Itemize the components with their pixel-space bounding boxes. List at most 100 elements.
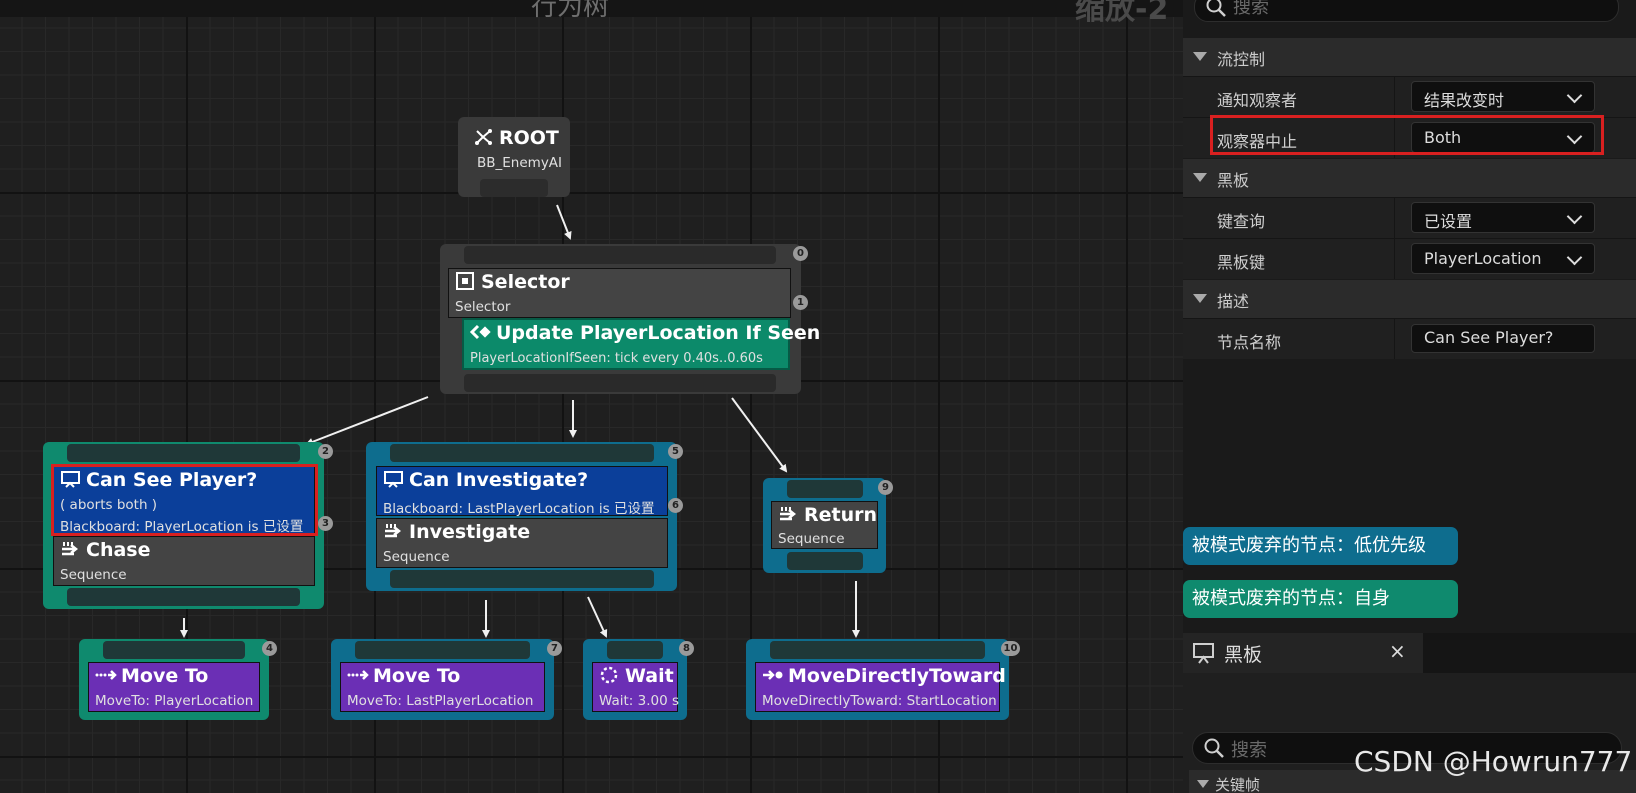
can-investigate-decorator[interactable]: Can Investigate? Blackboard: LastPlayerL… (376, 466, 668, 517)
can-investigate-condition: Blackboard: LastPlayerLocation is 已设置 (383, 501, 655, 517)
return-index-badge: 9 (878, 480, 893, 495)
chevron-down-icon (1566, 249, 1583, 266)
move-to-last-subtitle: MoveTo: LastPlayerLocation (347, 693, 534, 709)
can-investigate-index-badge: 6 (668, 498, 683, 513)
blackboard-key-dropdown[interactable]: PlayerLocation (1411, 243, 1595, 274)
details-search-placeholder: 搜索 (1233, 0, 1269, 18)
behavior-tree-graph[interactable]: 行为树 缩放-2 ROOT BB_EnemyAI Selector Select… (0, 0, 1183, 793)
node-name-label: 节点名称 (1217, 333, 1282, 352)
move-to-last-node[interactable]: Move To MoveTo: LastPlayerLocation 7 (331, 639, 562, 720)
chase-subtitle: Sequence (60, 567, 127, 583)
blackboard-icon (1192, 642, 1216, 668)
investigate-group-node[interactable]: Can Investigate? Blackboard: LastPlayerL… (366, 442, 683, 591)
notify-observer-dropdown[interactable]: 结果改变时 (1411, 81, 1595, 112)
search-icon (1203, 737, 1225, 763)
sequence-icon (60, 540, 82, 558)
chase-index-badge: 2 (318, 444, 333, 459)
update-title: Update PlayerLocation If Seen (496, 322, 821, 344)
sequence-icon (778, 505, 800, 523)
node-name-input[interactable]: Can See Player? (1411, 324, 1595, 353)
watermark: CSDN @Howrun777 (1354, 745, 1633, 778)
row-notify-observer: 通知观察者 结果改变时 (1183, 76, 1636, 117)
chase-title: Chase (86, 539, 151, 561)
root-node[interactable]: ROOT BB_EnemyAI (458, 117, 570, 197)
notify-observer-label: 通知观察者 (1217, 91, 1298, 110)
investigate-title: Investigate (409, 521, 531, 543)
blackboard-search-placeholder: 搜索 (1231, 740, 1267, 761)
root-icon (473, 128, 495, 146)
collapse-arrow-icon (1193, 52, 1207, 61)
move-to-player-index-badge: 4 (262, 641, 277, 656)
blackboard-tab-label: 黑板 (1224, 644, 1263, 666)
key-query-value: 已设置 (1424, 212, 1473, 231)
legend-self: 被模式废弃的节点：自身 (1183, 580, 1458, 618)
selector-title: Selector (481, 271, 570, 293)
wire-root-selector (556, 204, 572, 240)
collapse-arrow-icon (1193, 173, 1207, 182)
collapse-arrow-icon (1197, 780, 1209, 788)
investigate-sequence-card[interactable]: Investigate Sequence (376, 518, 668, 568)
service-icon (469, 323, 492, 341)
move-directly-index-badge: 10 (1001, 641, 1020, 656)
move-directly-icon (762, 666, 784, 684)
section-description[interactable]: 描述 (1183, 279, 1636, 318)
notify-observer-value: 结果改变时 (1424, 91, 1505, 110)
chevron-down-icon (1566, 87, 1583, 104)
move-to-player-subtitle: MoveTo: PlayerLocation (95, 693, 254, 709)
details-search-input[interactable]: 搜索 (1194, 0, 1619, 22)
wait-title: Wait (625, 665, 674, 687)
can-see-index-badge: 3 (318, 516, 333, 531)
section-blackboard-label: 黑板 (1217, 171, 1250, 190)
chase-sequence-card[interactable]: Chase Sequence (53, 536, 315, 586)
wait-index-badge: 8 (679, 641, 694, 656)
move-to-last-index-badge: 7 (547, 641, 562, 656)
row-node-name: 节点名称 Can See Player? (1183, 318, 1636, 359)
root-subtitle: BB_EnemyAI (477, 155, 563, 171)
wait-subtitle: Wait: 3.00 s (599, 693, 680, 709)
blackboard-tab[interactable]: 黑板 × (1183, 633, 1423, 673)
keyframes-label: 关键帧 (1215, 776, 1261, 793)
section-flow-label: 流控制 (1217, 50, 1266, 69)
search-icon (1205, 0, 1227, 22)
blackboard-icon (383, 470, 405, 488)
key-query-label: 键查询 (1217, 212, 1266, 231)
row-key-query: 键查询 已设置 (1183, 197, 1636, 238)
wait-icon (599, 666, 621, 684)
sequence-icon (383, 522, 405, 540)
move-directly-subtitle: MoveDirectlyToward: StartLocation (762, 693, 997, 709)
update-service-card[interactable]: Update PlayerLocation If Seen PlayerLoca… (462, 318, 820, 370)
move-to-player-node[interactable]: Move To MoveTo: PlayerLocation 4 (79, 639, 277, 720)
wire-investigate-wait (587, 596, 608, 638)
wire-selector-chase (305, 396, 429, 446)
move-icon (347, 666, 369, 684)
wait-node[interactable]: Wait Wait: 3.00 s 8 (583, 639, 694, 720)
blackboard-key-value: PlayerLocation (1424, 249, 1542, 268)
legend-low-priority: 被模式废弃的节点：低优先级 (1183, 527, 1458, 565)
can-see-highlight (51, 464, 318, 536)
observer-aborts-highlight (1210, 115, 1604, 155)
investigate-index-badge: 5 (668, 444, 683, 459)
root-title: ROOT (499, 127, 559, 149)
chevron-down-icon (1566, 208, 1583, 225)
move-directly-toward-node[interactable]: MoveDirectlyToward MoveDirectlyToward: S… (746, 639, 1020, 720)
key-query-dropdown[interactable]: 已设置 (1411, 202, 1595, 233)
close-icon[interactable]: × (1389, 639, 1406, 663)
selector-index-badge: 0 (793, 246, 808, 261)
selector-subtitle: Selector (455, 299, 511, 315)
selector-icon (455, 272, 477, 290)
selector-service-index-badge: 1 (793, 295, 808, 310)
move-to-last-title: Move To (373, 665, 461, 687)
node-name-value: Can See Player? (1424, 328, 1554, 347)
selector-node[interactable]: Selector Selector Update PlayerLocation … (440, 244, 820, 394)
move-directly-title: MoveDirectlyToward (788, 665, 1006, 687)
return-node[interactable]: Return Sequence 9 (763, 478, 893, 573)
section-blackboard[interactable]: 黑板 (1183, 158, 1636, 197)
return-subtitle: Sequence (778, 531, 845, 547)
move-icon (95, 666, 117, 684)
collapse-arrow-icon (1193, 294, 1207, 303)
move-to-player-title: Move To (121, 665, 209, 687)
wire-selector-return (731, 397, 788, 473)
row-blackboard-key: 黑板键 PlayerLocation (1183, 238, 1636, 279)
blackboard-key-label: 黑板键 (1217, 253, 1266, 272)
section-flow-control[interactable]: 流控制 (1183, 37, 1636, 76)
